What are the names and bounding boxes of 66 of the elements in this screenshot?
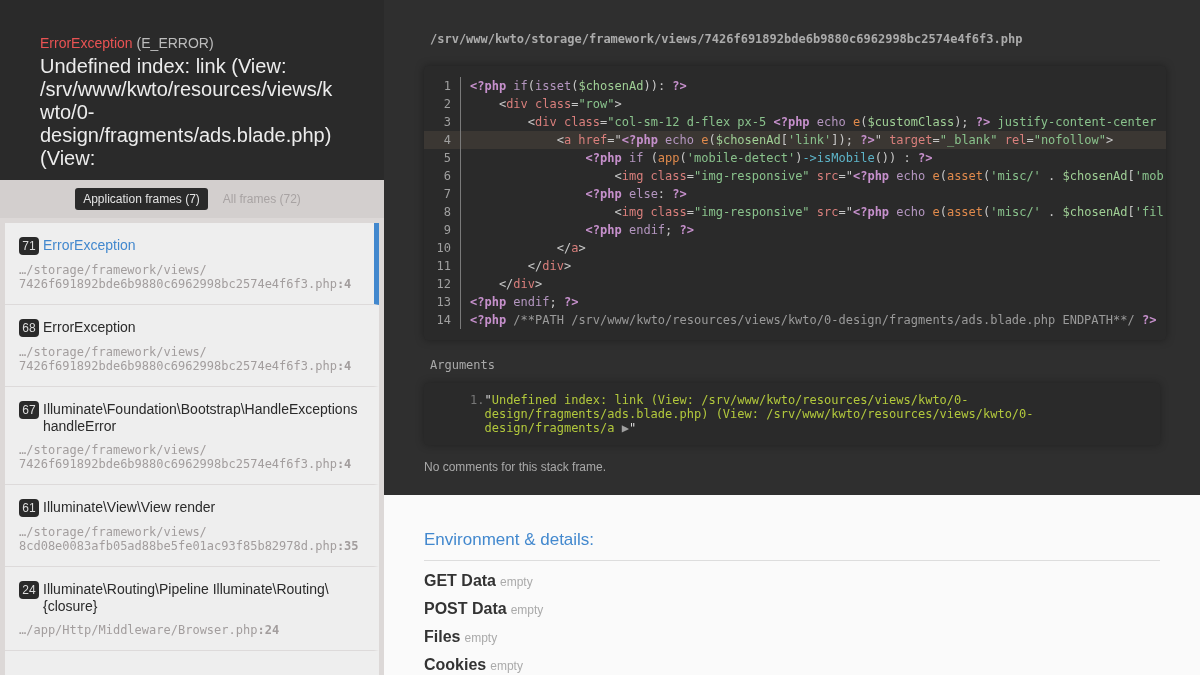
exception-message: Undefined index: link (View: /srv/www/kwto/resources/views/kwto/0-design/fragments/ads.blade.php) (View: (40, 55, 334, 170)
code-line: <?php endif; ?> (469, 294, 579, 311)
line-number: 9 (424, 221, 461, 239)
line-number: 5 (424, 149, 461, 167)
empty-label: empty (490, 659, 523, 673)
section-heading: Environment & details: (424, 530, 596, 550)
line-number: 10 (424, 239, 461, 257)
data-table-title: Cookies (424, 656, 487, 673)
line-number: 6 (424, 167, 461, 185)
frame-title: Illuminate\Foundation\Bootstrap\HandleExceptions handleError (43, 401, 359, 435)
code-line: </div> (497, 276, 543, 293)
argument-number: 1. (470, 393, 485, 409)
frame-file-path: …/app/Http/Middleware/Browser.php:24 (19, 623, 281, 637)
code-line: </a> (555, 240, 586, 257)
stack-frame[interactable]: 67 Illuminate\Foundation\Bootstrap\HandleExceptions handleError …/storage/framework/views/7426f691892bde6b9880c6962998bc2574e4f6f3.php:4 (5, 387, 379, 485)
argument-value: "Undefined index: link (View: /srv/www/kwto/resources/views/kwto/0-design/fragments/ads.blade.php) (View: /srv/www/kwto/resources/views/kwto/0-design/fragments/a ▶" (484, 393, 1035, 435)
frame-number-badge: 61 (19, 499, 39, 517)
code-line: <?php else: ?> (584, 186, 687, 203)
empty-label: empty (510, 603, 544, 617)
line-number: 11 (424, 257, 461, 275)
code-line: <a href="<?php echo e($chosenAd['link']); ?>" target="_blank" rel="nofollow"> (555, 132, 1114, 149)
empty-label: empty (500, 575, 533, 589)
frame-file-path: …/storage/framework/views/7426f691892bde6b9880c6962998bc2574e4f6f3.php:4 (19, 345, 353, 373)
code-line: </div> (526, 258, 572, 275)
empty-label: empty (464, 631, 498, 645)
frame-file-path: …/storage/framework/views/7426f691892bde6b9880c6962998bc2574e4f6f3.php:4 (19, 263, 353, 291)
error-code: (E_ERROR) (136, 35, 214, 51)
stack-frame[interactable]: 71 ErrorException …/storage/framework/views/7426f691892bde6b9880c6962998bc2574e4f6f3.php:4 (5, 223, 379, 305)
data-table-title: GET Data (424, 572, 496, 589)
code-line: <?php endif; ?> (584, 222, 694, 239)
data-table-title: Files (424, 628, 461, 645)
code-line: <?php if (app('mobile-detect')->isMobile()) : ?> (584, 150, 933, 167)
expand-toggle[interactable]: ▶ (621, 421, 629, 435)
frame-title: ErrorException (43, 237, 136, 254)
line-number: 12 (424, 275, 461, 293)
line-number: 14 (424, 311, 461, 329)
file-path: /srv/www/kwto/storage/framework/views/7426f691892bde6b9880c6962998bc2574e4f6f3.php (430, 31, 1024, 48)
frame-number-badge: 71 (19, 237, 39, 255)
code-line: <?php if(isset($chosenAd)): ?> (469, 78, 687, 95)
frame-title: ErrorException (43, 319, 136, 336)
frames-tab[interactable]: Application frames (7) (75, 188, 208, 210)
code-line: <img class="img-responsive" src="<?php echo e(asset('misc/' . $chosenAd['fil (613, 204, 1164, 221)
code-line: <div class="col-sm-12 d-flex px-5 <?php echo e($customClass); ?> justify-content-center (526, 114, 1157, 131)
line-number: 4 (424, 131, 461, 149)
line-number: 2 (424, 95, 461, 113)
frame-number-badge: 68 (19, 319, 39, 337)
frame-file-path: …/storage/framework/views/8cd08e0083afb05ad88be5fe01ac93f85b82978d.php:35 (19, 525, 360, 553)
comments-note: No comments for this stack frame. (424, 460, 608, 474)
code-line: <div class="row"> (497, 96, 622, 113)
frame-number-badge: 67 (19, 401, 39, 419)
data-table-title: POST Data (424, 600, 507, 617)
arguments-label: Arguments (430, 358, 497, 372)
stack-frame[interactable]: 68 ErrorException …/storage/framework/views/7426f691892bde6b9880c6962998bc2574e4f6f3.php:4 (5, 305, 379, 387)
frame-title: Illuminate\View\View render (43, 499, 216, 516)
stack-frame[interactable]: 24 Illuminate\Routing\Pipeline Illuminate\Routing\{closure} …/app/Http/Middleware/Browser.php:24 (5, 567, 379, 651)
line-number: 8 (424, 203, 461, 221)
exception-class: ErrorException (40, 35, 133, 51)
code-line: <?php /**PATH /srv/www/kwto/resources/views/kwto/0-design/fragments/ads.blade.php ENDPATH**/ ?> (469, 312, 1157, 329)
line-number: 13 (424, 293, 461, 311)
frame-file-path: …/storage/framework/views/7426f691892bde6b9880c6962998bc2574e4f6f3.php:4 (19, 443, 353, 471)
line-number: 1 (424, 77, 461, 95)
frame-title: Illuminate\Routing\Pipeline Illuminate\Routing\{closure} (43, 581, 330, 615)
stack-frame[interactable]: 61 Illuminate\View\View render …/storage/framework/views/8cd08e0083afb05ad88be5fe01ac93f85b82978d.php:35 (5, 485, 379, 567)
line-number: 7 (424, 185, 461, 203)
frame-number-badge: 24 (19, 581, 39, 599)
code-line: <img class="img-responsive" src="<?php echo e(asset('misc/' . $chosenAd['mob (613, 168, 1164, 185)
